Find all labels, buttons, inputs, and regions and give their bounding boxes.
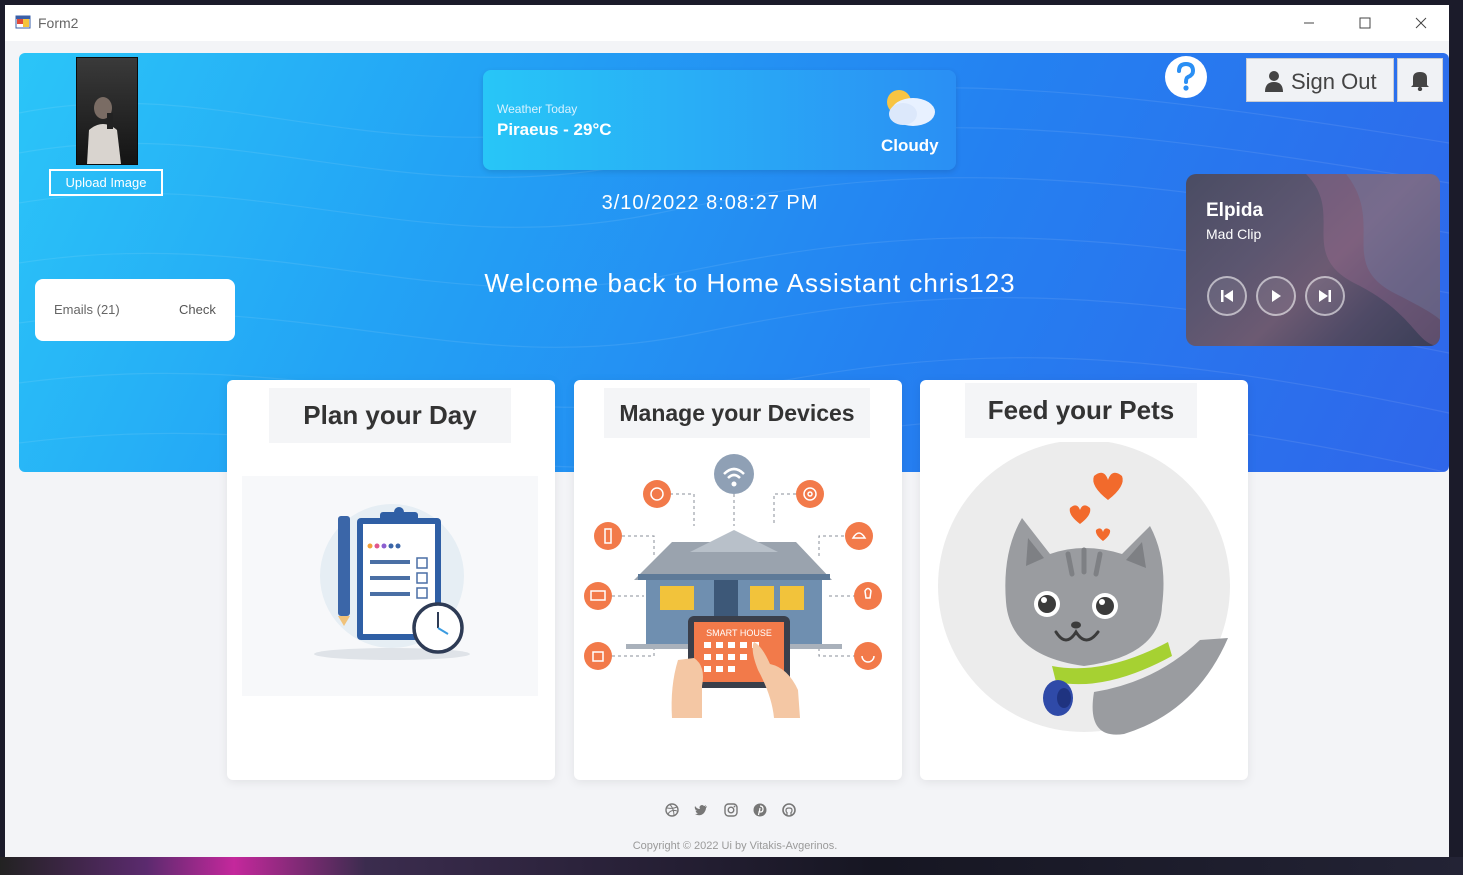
emails-widget: Emails (21) Check bbox=[35, 279, 235, 341]
feed-pets-title: Feed your Pets bbox=[965, 383, 1197, 438]
notifications-button[interactable] bbox=[1397, 58, 1443, 102]
title-bar: Form2 bbox=[5, 5, 1449, 41]
weather-label: Weather Today bbox=[497, 102, 578, 116]
plan-your-day-card[interactable]: Plan your Day bbox=[227, 380, 555, 780]
manage-devices-card[interactable]: Manage your Devices SMART HOUSE bbox=[574, 380, 902, 780]
next-icon bbox=[1319, 290, 1331, 302]
cat-illustration bbox=[938, 442, 1230, 735]
manage-devices-title: Manage your Devices bbox=[604, 388, 870, 438]
feed-pets-card[interactable]: Feed your Pets bbox=[920, 380, 1248, 780]
twitter-icon[interactable] bbox=[694, 803, 708, 817]
user-icon bbox=[1265, 71, 1283, 92]
cloudy-icon bbox=[887, 90, 935, 126]
song-artist: Mad Clip bbox=[1206, 226, 1262, 242]
copyright-text: Copyright © 2022 Ui by Vitakis-Avgerinos… bbox=[632, 840, 838, 852]
emails-count: Emails (21) bbox=[54, 302, 120, 317]
previous-icon bbox=[1221, 290, 1233, 302]
window-title: Form2 bbox=[38, 15, 79, 31]
app-window: Form2 Upload Image Weather Today Piraeus… bbox=[5, 5, 1449, 857]
instagram-icon[interactable] bbox=[724, 803, 738, 817]
maximize-icon bbox=[1359, 17, 1371, 29]
upload-image-button[interactable]: Upload Image bbox=[49, 169, 163, 196]
app-icon bbox=[15, 15, 31, 29]
weather-city-temp: Piraeus - 29°C bbox=[497, 120, 612, 139]
sign-out-label: Sign Out bbox=[1291, 69, 1377, 94]
weather-widget: Weather Today Piraeus - 29°C Cloudy bbox=[483, 70, 956, 170]
music-player: Elpida Mad Clip bbox=[1186, 174, 1440, 346]
dribbble-icon[interactable] bbox=[665, 803, 679, 817]
check-emails-button[interactable]: Check bbox=[179, 302, 216, 317]
minimize-button[interactable] bbox=[1281, 5, 1337, 41]
play-icon bbox=[1272, 290, 1281, 302]
maximize-button[interactable] bbox=[1337, 5, 1393, 41]
current-datetime: 3/10/2022 8:08:27 PM bbox=[601, 192, 819, 214]
planner-illustration bbox=[242, 476, 538, 696]
smart-house-illustration: SMART HOUSE bbox=[584, 454, 882, 718]
desktop-background bbox=[0, 857, 1463, 875]
github-icon[interactable] bbox=[782, 803, 796, 817]
pinterest-icon[interactable] bbox=[753, 803, 767, 817]
profile-photo bbox=[87, 97, 121, 164]
minimize-icon bbox=[1304, 22, 1314, 24]
previous-button[interactable] bbox=[1207, 276, 1247, 316]
smart-house-label: SMART HOUSE bbox=[706, 628, 772, 638]
next-button[interactable] bbox=[1305, 276, 1345, 316]
weather-condition: Cloudy bbox=[881, 136, 939, 155]
close-icon bbox=[1415, 17, 1427, 29]
plan-your-day-title: Plan your Day bbox=[269, 388, 511, 443]
question-icon bbox=[1177, 62, 1196, 91]
bell-icon bbox=[1411, 72, 1429, 91]
welcome-message: Welcome back to Home Assistant chris123 bbox=[484, 268, 1016, 298]
close-button[interactable] bbox=[1393, 5, 1449, 41]
song-title: Elpida bbox=[1206, 200, 1264, 221]
help-button[interactable] bbox=[1165, 56, 1207, 98]
avatar bbox=[76, 57, 138, 165]
play-button[interactable] bbox=[1256, 276, 1296, 316]
sign-out-button[interactable]: Sign Out bbox=[1246, 58, 1394, 102]
